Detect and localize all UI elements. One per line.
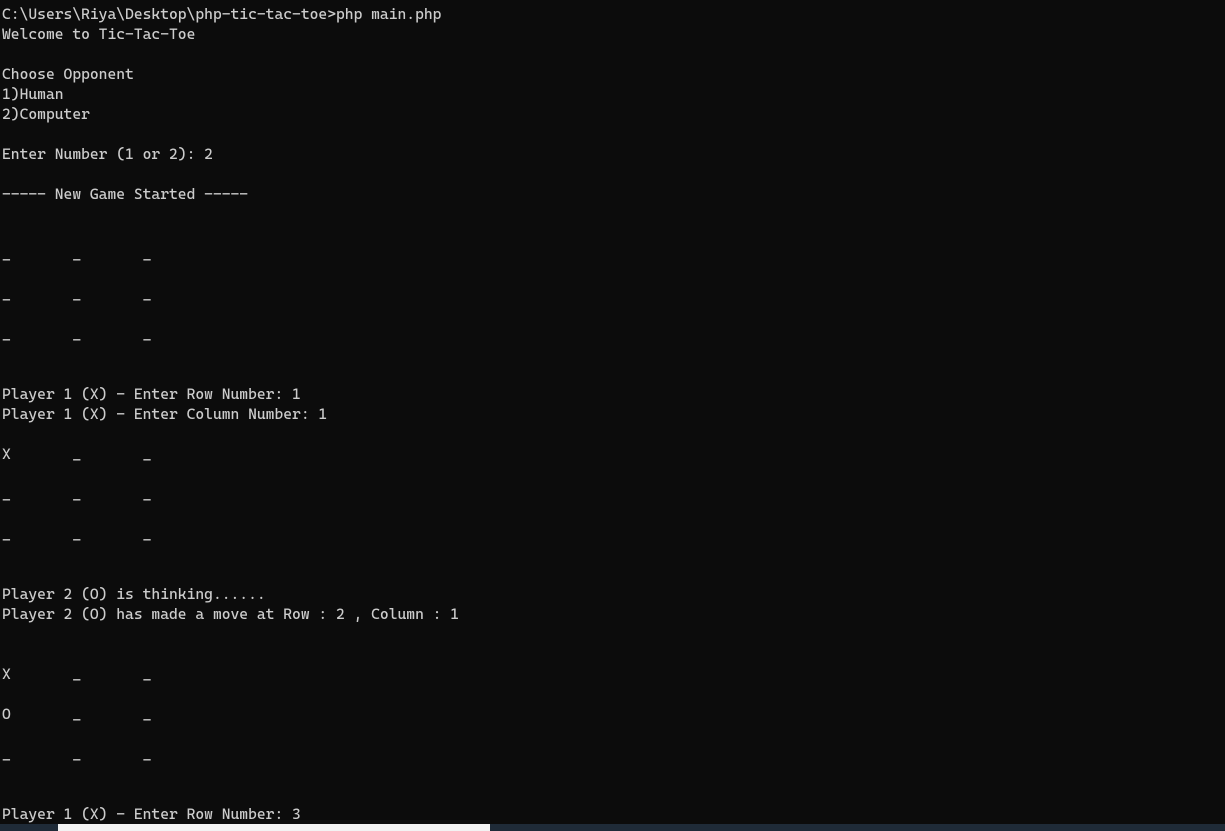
terminal-line: Player 1 (X) - Enter Row Number: 1: [2, 385, 301, 403]
terminal-line: _ _ _: [2, 485, 151, 503]
terminal-output[interactable]: C:\Users\Riya\Desktop\php-tic-tac-toe>ph…: [0, 0, 1225, 831]
terminal-line: Player 2 (O) is thinking......: [2, 585, 266, 603]
terminal-line: Welcome to Tic-Tac-Toe: [2, 25, 195, 43]
terminal-line: X _ _: [2, 445, 151, 463]
terminal-line: Player 2 (O) has made a move at Row : 2 …: [2, 605, 459, 623]
terminal-line: _ _ _: [2, 525, 151, 543]
terminal-line: 2)Computer: [2, 105, 90, 123]
terminal-line: _ _ _: [2, 745, 151, 763]
terminal-line: _ _ _: [2, 285, 151, 303]
terminal-line: C:\Users\Riya\Desktop\php-tic-tac-toe>ph…: [2, 5, 441, 23]
terminal-line: ----- New Game Started -----: [2, 185, 248, 203]
terminal-line: _ _ _: [2, 245, 151, 263]
taskbar-active-segment[interactable]: [58, 824, 490, 831]
terminal-line: Choose Opponent: [2, 65, 134, 83]
terminal-line: X _ _: [2, 665, 151, 683]
terminal-line: 1)Human: [2, 85, 64, 103]
terminal-line: Enter Number (1 or 2): 2: [2, 145, 213, 163]
terminal-line: _ _ _: [2, 325, 151, 343]
terminal-line: Player 1 (X) - Enter Column Number: 1: [2, 405, 327, 423]
taskbar[interactable]: [0, 824, 1225, 831]
terminal-line: Player 1 (X) - Enter Row Number: 3: [2, 805, 301, 823]
terminal-line: O _ _: [2, 705, 151, 723]
